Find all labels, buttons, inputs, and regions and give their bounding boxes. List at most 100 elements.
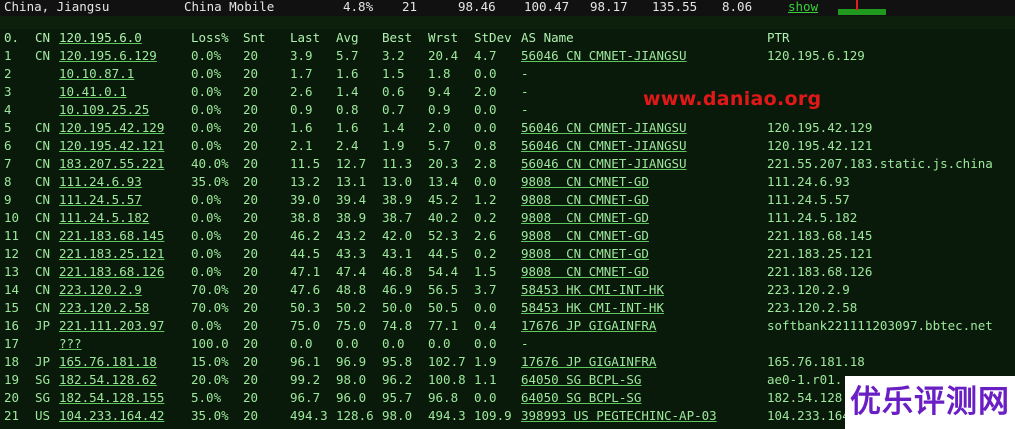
hop-stdev: 0.0 bbox=[474, 102, 497, 117]
hop-asname[interactable]: 56046 CN CMNET-JIANGSU bbox=[521, 155, 687, 173]
hop-asname[interactable]: 56046 CN CMNET-JIANGSU bbox=[521, 119, 687, 137]
hop-best: 38.7 bbox=[382, 210, 413, 225]
hop-snt: 20 bbox=[243, 336, 259, 351]
hop-host[interactable]: 223.120.2.9 bbox=[59, 281, 142, 299]
hop-wrst: 50.5 bbox=[428, 300, 459, 315]
hop-stdev: 0.2 bbox=[474, 210, 497, 225]
hop-host[interactable]: 221.183.68.145 bbox=[59, 227, 164, 245]
table-row: 12 CN 221.183.25.121 0.0% 20 44.5 43.3 43.1 44.5… bbox=[0, 245, 1015, 263]
hop-host[interactable]: ??? bbox=[59, 335, 82, 353]
hop-asname[interactable]: 398993 US PEGTECHINC-AP-03 bbox=[521, 407, 717, 425]
hop-loss: 0.0% bbox=[191, 246, 222, 261]
hop-asname[interactable]: 9808 CN CMNET-GD bbox=[521, 209, 649, 227]
hop-host[interactable]: 165.76.181.18 bbox=[59, 353, 157, 371]
hop-avg: 38.9 bbox=[336, 210, 367, 225]
hop-asname[interactable]: 9808 CN CMNET-GD bbox=[521, 245, 649, 263]
hop-host[interactable]: 111.24.6.93 bbox=[59, 173, 142, 191]
hop-asname[interactable]: 58453 HK CMI-INT-HK bbox=[521, 299, 664, 317]
hop-snt: 20 bbox=[243, 354, 259, 369]
summary-v3: 98.17 bbox=[590, 0, 628, 14]
hop-asname[interactable]: 58453 HK CMI-INT-HK bbox=[521, 281, 664, 299]
hop-host[interactable]: 120.195.42.129 bbox=[59, 119, 164, 137]
hop-idx: 9 bbox=[4, 192, 12, 207]
hop-stdev: 0.2 bbox=[474, 246, 497, 261]
header-last: Last bbox=[290, 30, 321, 45]
table-row: 7 CN 183.207.55.221 40.0% 20 11.5 12.7 11.3 20.3… bbox=[0, 155, 1015, 173]
hop-wrst: 44.5 bbox=[428, 246, 459, 261]
hop-asname[interactable]: 56046 CN CMNET-JIANGSU bbox=[521, 47, 687, 65]
hop-asname: - bbox=[521, 84, 529, 99]
hop-host[interactable]: 183.207.55.221 bbox=[59, 155, 164, 173]
hop-host[interactable]: 221.183.25.121 bbox=[59, 245, 164, 263]
hop-stdev: 1.9 bbox=[474, 354, 497, 369]
hop-ptr: ae0-1.r01. bbox=[767, 372, 843, 387]
hop-asname[interactable]: 64050 SG BCPL-SG bbox=[521, 371, 641, 389]
hop-host[interactable]: 182.54.128.155 bbox=[59, 389, 164, 407]
isp: China Mobile bbox=[184, 0, 275, 14]
hop-avg: 39.4 bbox=[336, 192, 367, 207]
hop-best: 0.7 bbox=[382, 102, 405, 117]
table-row: 13 CN 221.183.68.126 0.0% 20 47.1 47.4 46.8 54.4… bbox=[0, 263, 1015, 281]
hop-loss: 35.0% bbox=[191, 408, 229, 423]
hop-asname: - bbox=[521, 336, 529, 351]
hop-snt: 20 bbox=[243, 210, 259, 225]
hop-asname[interactable]: 64050 SG BCPL-SG bbox=[521, 389, 641, 407]
hop-asname[interactable]: 56046 CN CMNET-JIANGSU bbox=[521, 137, 687, 155]
hop-stdev: 0.0 bbox=[474, 336, 497, 351]
hop-cc: JP bbox=[35, 318, 51, 333]
header-wrst: Wrst bbox=[428, 30, 459, 45]
latency-marker bbox=[856, 0, 858, 10]
hop-snt: 20 bbox=[243, 228, 259, 243]
hop-host[interactable]: 120.195.42.121 bbox=[59, 137, 164, 155]
table-header: 0. CN 120.195.6.0 Loss% Snt Last Avg Bes… bbox=[0, 29, 1015, 47]
hop-idx: 18 bbox=[4, 354, 20, 369]
hop-last: 50.3 bbox=[290, 300, 321, 315]
hop-cc: CN bbox=[35, 156, 51, 171]
hop-host[interactable]: 221.183.68.126 bbox=[59, 263, 164, 281]
hop-loss: 20.0% bbox=[191, 372, 229, 387]
hop-best: 0.6 bbox=[382, 84, 405, 99]
hop-last: 11.5 bbox=[290, 156, 321, 171]
hop-loss: 70.0% bbox=[191, 282, 229, 297]
hop-idx: 21 bbox=[4, 408, 20, 423]
hop-host[interactable]: 120.195.6.129 bbox=[59, 47, 157, 65]
hop-asname[interactable]: 9808 CN CMNET-GD bbox=[521, 191, 649, 209]
hop-avg: 43.3 bbox=[336, 246, 367, 261]
hop-cc: US bbox=[35, 408, 51, 423]
hop-asname: - bbox=[521, 102, 529, 117]
hop-idx: 7 bbox=[4, 156, 12, 171]
hop-host[interactable]: 10.109.25.25 bbox=[59, 101, 149, 119]
hop-avg: 5.7 bbox=[336, 48, 359, 63]
hop-host[interactable]: 223.120.2.58 bbox=[59, 299, 149, 317]
hop-stdev: 3.7 bbox=[474, 282, 497, 297]
hop-cc: SG bbox=[35, 372, 51, 387]
table-row: 15 CN 223.120.2.58 70.0% 20 50.3 50.2 50.0 50.5 0… bbox=[0, 299, 1015, 317]
hop-asname[interactable]: 17676 JP GIGAINFRA bbox=[521, 353, 656, 371]
hop-idx: 3 bbox=[4, 84, 12, 99]
hop-asname[interactable]: 17676 JP GIGAINFRA bbox=[521, 317, 656, 335]
hop-stdev: 0.4 bbox=[474, 318, 497, 333]
hop-host[interactable]: 182.54.128.62 bbox=[59, 371, 157, 389]
hop-host[interactable]: 221.111.203.97 bbox=[59, 317, 164, 335]
hop-host[interactable]: 104.233.164.42 bbox=[59, 407, 164, 425]
hop-asname[interactable]: 9808 CN CMNET-GD bbox=[521, 173, 649, 191]
hop-host[interactable]: 10.41.0.1 bbox=[59, 83, 127, 101]
summary-bar: China, Jiangsu China Mobile 4.8% 21 98.4… bbox=[0, 0, 1015, 16]
show-link[interactable]: show bbox=[788, 0, 818, 14]
hop-asname[interactable]: 9808 CN CMNET-GD bbox=[521, 227, 649, 245]
hop-idx: 12 bbox=[4, 246, 20, 261]
hop-last: 47.1 bbox=[290, 264, 321, 279]
hop-host[interactable]: 111.24.5.57 bbox=[59, 191, 142, 209]
hop-stdev: 109.9 bbox=[474, 408, 512, 423]
hop-host[interactable]: 111.24.5.182 bbox=[59, 209, 149, 227]
hop-best: 13.0 bbox=[382, 174, 413, 189]
hop-last: 46.2 bbox=[290, 228, 321, 243]
hop-asname[interactable]: 9808 CN CMNET-GD bbox=[521, 263, 649, 281]
hop-host[interactable]: 10.10.87.1 bbox=[59, 65, 134, 83]
hop-last: 13.2 bbox=[290, 174, 321, 189]
hop-last: 38.8 bbox=[290, 210, 321, 225]
hop-loss: 0.0% bbox=[191, 318, 222, 333]
header-host[interactable]: 120.195.6.0 bbox=[59, 29, 142, 47]
hop-snt: 20 bbox=[243, 192, 259, 207]
hop-best: 96.2 bbox=[382, 372, 413, 387]
